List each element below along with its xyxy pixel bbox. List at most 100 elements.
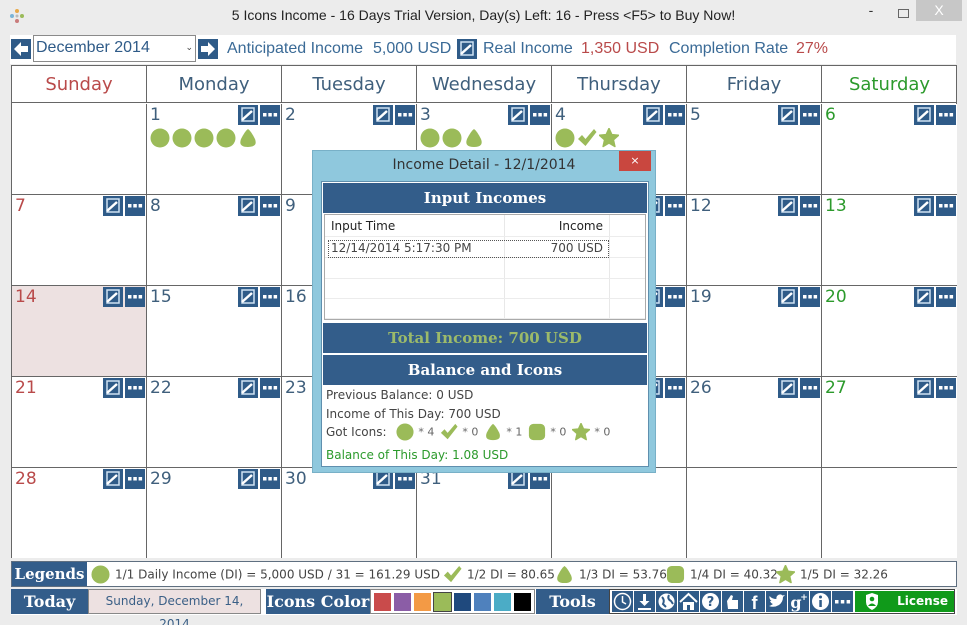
previous-month-button[interactable] — [11, 39, 31, 59]
add-income-button[interactable] — [238, 196, 258, 216]
calendar-day-30[interactable]: 30 — [282, 468, 417, 558]
add-income-button[interactable] — [914, 287, 934, 307]
day-detail-button[interactable] — [665, 378, 685, 398]
day-detail-button[interactable] — [800, 105, 820, 125]
google-plus-button[interactable]: g + — [788, 591, 809, 612]
day-detail-button[interactable] — [125, 287, 145, 307]
add-income-button[interactable] — [103, 287, 123, 307]
add-income-button[interactable] — [373, 105, 393, 125]
day-detail-button[interactable] — [665, 105, 685, 125]
thumbs-up-button[interactable] — [722, 591, 743, 612]
info-button[interactable] — [810, 591, 831, 612]
title-bar: 5 Icons Income - 16 Days Trial Version, … — [0, 0, 967, 32]
calendar-day-20[interactable]: 20 — [822, 286, 957, 377]
add-income-button[interactable] — [238, 105, 258, 125]
edit-anticipated-button[interactable] — [457, 39, 477, 59]
day-detail-button[interactable] — [665, 287, 685, 307]
license-button[interactable]: License — [855, 591, 954, 612]
calendar-day-6[interactable]: 6 — [822, 104, 957, 195]
legend-text: 1/4 DI = 40.32 — [690, 567, 778, 582]
day-detail-button[interactable] — [125, 378, 145, 398]
day-detail-button[interactable] — [936, 196, 956, 216]
day-detail-button[interactable] — [260, 378, 280, 398]
add-income-button[interactable] — [238, 378, 258, 398]
add-income-button[interactable] — [103, 378, 123, 398]
add-income-button[interactable] — [914, 105, 934, 125]
calendar-day-13[interactable]: 13 — [822, 195, 957, 286]
download-button[interactable] — [634, 591, 655, 612]
color-swatch[interactable] — [494, 593, 511, 611]
calendar-day-15[interactable]: 15 — [147, 286, 282, 377]
day-detail-button[interactable] — [530, 105, 550, 125]
color-swatch[interactable] — [433, 592, 452, 612]
calendar-day-26[interactable]: 26 — [687, 377, 822, 468]
day-detail-button[interactable] — [665, 196, 685, 216]
home-button[interactable] — [678, 591, 699, 612]
add-income-button[interactable] — [643, 105, 663, 125]
calendar-day-8[interactable]: 8 — [147, 195, 282, 286]
help-button[interactable]: ? — [700, 591, 721, 612]
calendar-day-29[interactable]: 29 — [147, 468, 282, 558]
add-income-button[interactable] — [508, 105, 528, 125]
day-detail-button[interactable] — [936, 105, 956, 125]
clock-button[interactable] — [612, 591, 633, 612]
add-income-button[interactable] — [238, 469, 258, 489]
add-income-button[interactable] — [914, 378, 934, 398]
day-detail-button[interactable] — [260, 105, 280, 125]
day-detail-button[interactable] — [936, 378, 956, 398]
calendar-day-28[interactable]: 28 — [12, 468, 147, 558]
color-swatch[interactable] — [514, 593, 531, 611]
color-swatch[interactable] — [414, 593, 431, 611]
add-income-button[interactable] — [778, 287, 798, 307]
add-income-button[interactable] — [778, 378, 798, 398]
day-detail-button[interactable] — [800, 378, 820, 398]
column-header-income[interactable]: Income — [559, 219, 603, 233]
calendar-day-19[interactable]: 19 — [687, 286, 822, 377]
color-swatch[interactable] — [454, 593, 471, 611]
calendar-day-12[interactable]: 12 — [687, 195, 822, 286]
table-header-row: Input Time Income — [325, 215, 645, 237]
add-income-button[interactable] — [103, 196, 123, 216]
close-button[interactable]: X — [916, 0, 962, 21]
column-header-input-time[interactable]: Input Time — [331, 219, 395, 233]
maximize-button[interactable] — [890, 5, 916, 27]
add-income-button[interactable] — [914, 196, 934, 216]
day-detail-button[interactable] — [125, 196, 145, 216]
calendar-day-27[interactable]: 27 — [822, 377, 957, 468]
day-detail-button[interactable] — [260, 469, 280, 489]
day-detail-button[interactable] — [800, 196, 820, 216]
calendar-day-22[interactable]: 22 — [147, 377, 282, 468]
facebook-button[interactable]: f — [744, 591, 765, 612]
day-detail-button[interactable] — [125, 469, 145, 489]
income-table[interactable]: Input Time Income 12/14/2014 5:17:30 PM … — [324, 214, 646, 320]
day-detail-button[interactable] — [936, 287, 956, 307]
today-date-button[interactable]: Sunday, December 14, 2014 — [88, 589, 261, 625]
calendar-cell-empty — [12, 104, 147, 195]
day-detail-button[interactable] — [800, 287, 820, 307]
twitter-button[interactable] — [766, 591, 787, 612]
calendar-day-7[interactable]: 7 — [12, 195, 147, 286]
day-detail-button[interactable] — [260, 287, 280, 307]
dialog-close-button[interactable]: × — [619, 151, 651, 171]
color-swatch[interactable] — [474, 593, 491, 611]
add-income-button[interactable] — [103, 469, 123, 489]
add-income-button[interactable] — [778, 105, 798, 125]
add-income-button[interactable] — [778, 196, 798, 216]
next-month-button[interactable] — [198, 39, 218, 59]
day-detail-button[interactable] — [395, 105, 415, 125]
color-swatch[interactable] — [374, 593, 391, 611]
day-detail-button[interactable] — [260, 196, 280, 216]
add-income-button[interactable] — [238, 287, 258, 307]
calendar-day-21[interactable]: 21 — [12, 377, 147, 468]
calendar-day-31[interactable]: 31 — [417, 468, 552, 558]
month-select[interactable]: December 2014 ⌄ — [33, 35, 196, 62]
calendar-day-14[interactable]: 14 — [12, 286, 147, 377]
globe-button[interactable] — [656, 591, 677, 612]
completion-rate-label: Completion Rate — [669, 40, 789, 57]
calendar-day-5[interactable]: 5 — [687, 104, 822, 195]
calendar-day-1[interactable]: 1 — [147, 104, 282, 195]
day-number: 8 — [150, 196, 161, 216]
minimize-button[interactable]: - — [858, 2, 884, 24]
color-swatch[interactable] — [394, 593, 411, 611]
more-button[interactable] — [832, 591, 853, 612]
